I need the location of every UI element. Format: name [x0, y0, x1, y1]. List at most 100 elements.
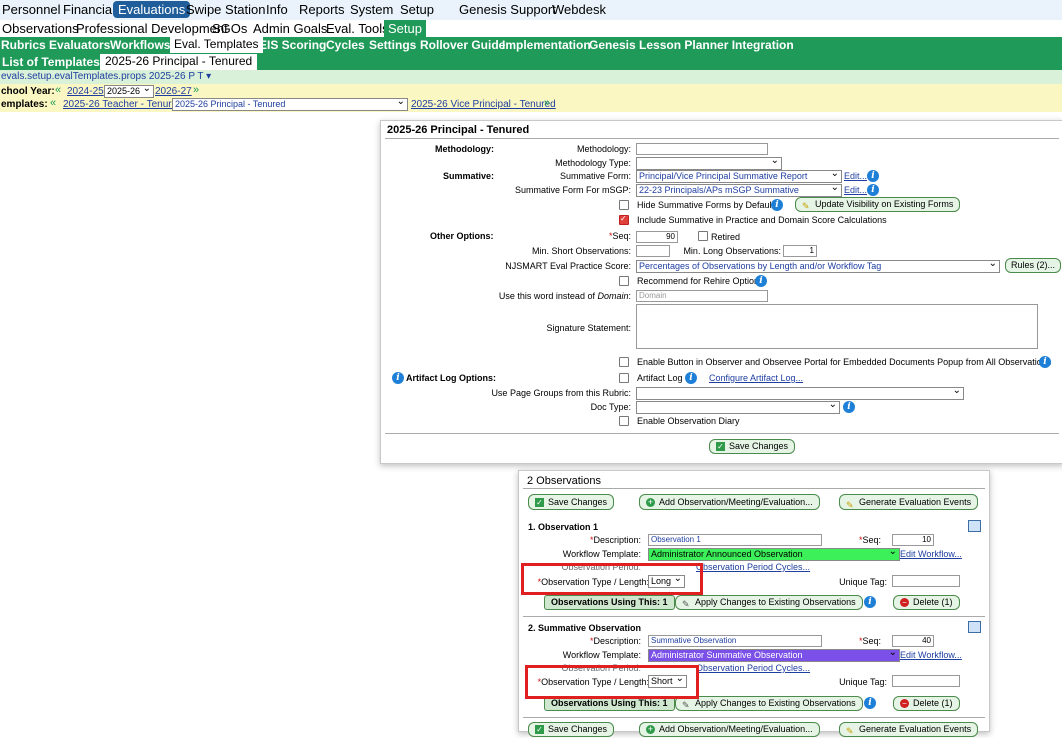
methodology-type-select[interactable] — [636, 155, 782, 170]
delete-button[interactable]: − Delete (1) — [893, 595, 960, 610]
setup-eval-templates[interactable]: Eval. Templates — [170, 37, 263, 53]
methodology-input[interactable] — [636, 143, 768, 155]
unique-tag-input[interactable] — [892, 675, 960, 687]
info-icon[interactable]: i — [771, 199, 783, 211]
seq-label: *Seq: — [608, 231, 631, 241]
apply-changes-button[interactable]: ✎ Apply Changes to Existing Observations — [675, 595, 863, 610]
year-select[interactable]: 2025-26 — [104, 83, 154, 98]
delete-button[interactable]: − Delete (1) — [893, 696, 960, 711]
setup-settings[interactable]: Settings — [369, 38, 416, 52]
update-visibility-button[interactable]: ✎ Update Visibility on Existing Forms — [795, 197, 961, 212]
edit-workflow-link[interactable]: Edit Workflow... — [900, 650, 962, 660]
nav-system[interactable]: System — [350, 2, 393, 17]
prev-template-icon[interactable]: « — [50, 97, 56, 109]
obs-save-changes-button[interactable]: ✓ Save Changes — [528, 494, 615, 510]
workflow-select[interactable]: Administrator Summative Observation — [648, 647, 900, 662]
setup-implementation[interactable]: Implementation — [502, 38, 591, 52]
setup-workflows[interactable]: Workflows — [110, 38, 170, 52]
info-icon[interactable]: i — [867, 184, 879, 196]
artifact-log-checkbox[interactable] — [619, 373, 629, 383]
subnav-observations[interactable]: Observations — [2, 21, 79, 36]
description-input[interactable]: Summative Observation — [648, 635, 822, 647]
add-observation-button[interactable]: + Add Observation/Meeting/Evaluation... — [639, 494, 820, 510]
include-summative-checkbox[interactable] — [619, 214, 629, 225]
nav-info[interactable]: Info — [266, 2, 288, 17]
configure-artifact-link[interactable]: Configure Artifact Log... — [709, 373, 803, 383]
subnav-setup[interactable]: Setup — [384, 20, 426, 37]
subnav-eval-tools[interactable]: Eval. Tools — [326, 21, 389, 36]
njsmart-select[interactable]: Percentages of Observations by Length an… — [636, 258, 1000, 273]
next-template-icon[interactable]: » — [544, 97, 550, 109]
nav-financial[interactable]: Financial — [63, 2, 115, 17]
setup-eis-scoring[interactable]: EIS Scoring — [259, 38, 326, 52]
retired-checkbox[interactable] — [698, 231, 708, 241]
next-year-icon[interactable]: » — [193, 84, 199, 96]
nav-personnel[interactable]: Personnel — [2, 2, 61, 17]
summative-msgp-select[interactable]: 22-23 Principals/APs mSGP Summative — [636, 182, 842, 197]
summative-form-edit-link[interactable]: Edit... — [844, 171, 867, 181]
info-icon[interactable]: i — [755, 275, 767, 287]
unique-tag-label: Unique Tag: — [839, 577, 887, 587]
path-select[interactable]: evals.setup.evalTemplates.props 2025-26 … — [1, 71, 211, 82]
observations-using-badge[interactable]: Observations Using This: 1 — [544, 595, 675, 610]
enable-button-checkbox[interactable] — [619, 357, 629, 367]
subnav-sgos[interactable]: SGOs — [212, 21, 247, 36]
next-year-link[interactable]: 2026-27 — [155, 86, 192, 97]
info-icon[interactable]: i — [864, 596, 876, 608]
nav-evaluations[interactable]: Evaluations — [113, 1, 191, 18]
seq-input[interactable]: 40 — [892, 635, 934, 647]
setup-rubrics[interactable]: Rubrics — [1, 38, 46, 52]
setup-rollover-guide[interactable]: Rollover Guide — [420, 38, 505, 52]
nav-genesis-support[interactable]: Genesis Support — [459, 2, 556, 17]
description-input[interactable]: Observation 1 — [648, 534, 822, 546]
page-groups-select[interactable] — [636, 385, 964, 400]
min-long-input[interactable]: 1 — [783, 245, 817, 257]
prev-year-link[interactable]: 2024-25 — [67, 86, 104, 97]
nav-reports[interactable]: Reports — [299, 2, 345, 17]
msgp-edit-link[interactable]: Edit... — [844, 185, 867, 195]
edit-workflow-link[interactable]: Edit Workflow... — [900, 549, 962, 559]
unique-tag-input[interactable] — [892, 575, 960, 587]
prev-year-icon[interactable]: « — [55, 84, 61, 96]
info-icon[interactable]: i — [685, 372, 697, 384]
nav-swipe-station[interactable]: Swipe Station — [186, 2, 266, 17]
setup-evaluators[interactable]: Evaluators — [49, 38, 110, 52]
generate-events-button[interactable]: ✎ Generate Evaluation Events — [839, 494, 979, 510]
seq-label: *Seq: — [858, 535, 881, 545]
list-of-templates-link[interactable]: List of Templates — [2, 55, 100, 69]
observation-period-cycles-link[interactable]: Observation Period Cycles... — [696, 562, 810, 572]
subnav-professional-development[interactable]: Professional Development — [76, 21, 228, 36]
prev-template-link[interactable]: 2025-26 Teacher - Tenured — [63, 99, 183, 110]
info-icon[interactable]: i — [1039, 356, 1051, 368]
templates-label: emplates: — [1, 99, 48, 110]
summative-form-select[interactable]: Principal/Vice Principal Summative Repor… — [636, 168, 842, 183]
nav-webdesk[interactable]: Webdesk — [552, 2, 606, 17]
doc-type-select[interactable] — [636, 399, 840, 414]
rehire-checkbox[interactable] — [619, 276, 629, 286]
calendar-icon[interactable] — [968, 621, 981, 633]
seq-input[interactable]: 10 — [892, 534, 934, 546]
rules-button[interactable]: Rules (2)... — [1005, 258, 1062, 273]
hide-summative-checkbox[interactable] — [619, 200, 629, 210]
info-icon[interactable]: i — [867, 170, 879, 182]
seq-input[interactable]: 90 — [636, 231, 678, 243]
use-word-input[interactable]: Domain — [636, 290, 768, 302]
calendar-icon[interactable] — [968, 520, 981, 532]
apply-changes-button[interactable]: ✎ Apply Changes to Existing Observations — [675, 696, 863, 711]
next-template-link[interactable]: 2025-26 Vice Principal - Tenured — [411, 99, 556, 110]
subnav-admin-goals[interactable]: Admin Goals — [253, 21, 327, 36]
save-changes-button[interactable]: ✓ Save Changes — [709, 439, 796, 454]
enable-diary-checkbox[interactable] — [619, 416, 629, 426]
workflow-select[interactable]: Administrator Announced Observation — [648, 546, 900, 561]
setup-lesson-planner[interactable]: Genesis Lesson Planner Integration — [589, 38, 794, 52]
setup-cycles[interactable]: Cycles — [326, 38, 365, 52]
observation-period-cycles-link[interactable]: Observation Period Cycles... — [696, 663, 810, 673]
info-icon[interactable]: i — [864, 697, 876, 709]
school-year-label: chool Year: — [1, 86, 55, 97]
template-select[interactable]: 2025-26 Principal - Tenured — [172, 96, 408, 111]
info-icon[interactable]: i — [843, 401, 855, 413]
nav-setup[interactable]: Setup — [400, 2, 434, 17]
info-icon[interactable]: i — [392, 372, 404, 384]
signature-textarea[interactable] — [636, 304, 1038, 349]
min-short-input[interactable] — [636, 245, 670, 257]
